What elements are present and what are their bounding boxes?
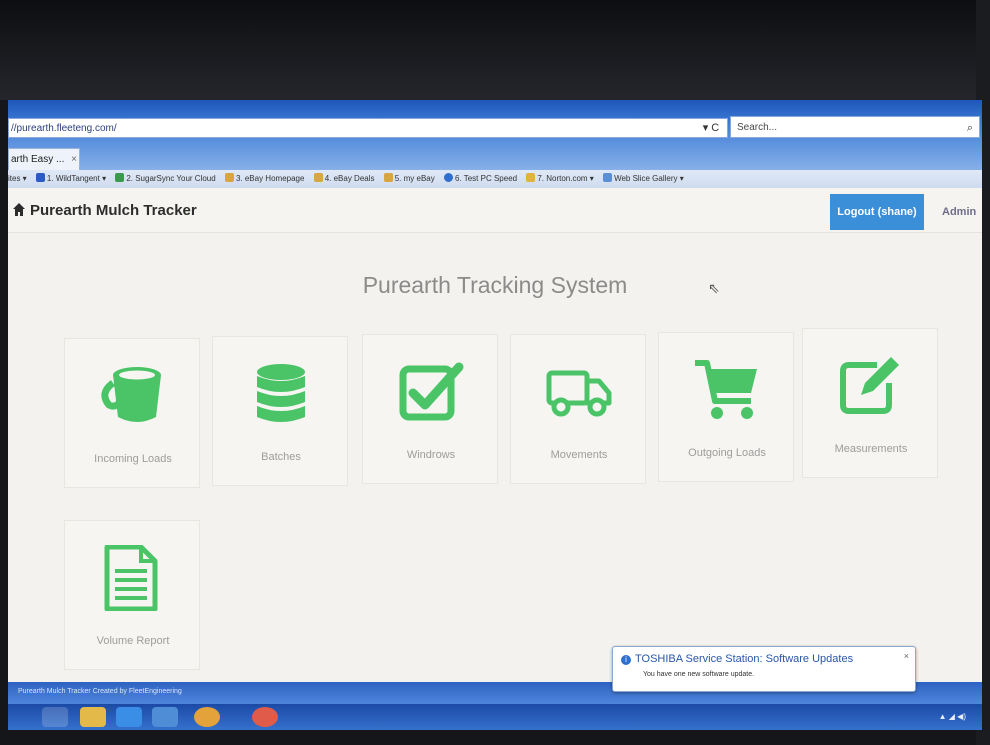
mouse-cursor-icon: ⇖ (708, 280, 720, 296)
close-icon[interactable]: × (904, 651, 909, 661)
favorites-bar: ites ▾ 1. WildTangent ▾ 2. SugarSync You… (8, 170, 982, 188)
favorite-link[interactable]: 3. eBay Homepage (224, 170, 304, 188)
url-bar[interactable]: //purearth.fleeteng.com/ (8, 118, 728, 138)
tile-measurements[interactable]: Measurements (802, 328, 938, 478)
ebay-icon (383, 173, 393, 182)
search-input[interactable]: Search... ⌕ (730, 116, 980, 138)
favorite-link[interactable]: 7. Norton.com ▾ (526, 170, 594, 188)
browser-tab-row: arth Easy ... × (8, 142, 982, 170)
home-icon (13, 203, 25, 216)
web-slice-icon (603, 173, 613, 182)
taskbar: ▲ ◢ ◀) (8, 704, 982, 730)
refresh-icon: ▾ C (702, 122, 720, 134)
notification-body: You have one new software update. (643, 671, 755, 678)
tile-batches[interactable]: Batches (212, 336, 348, 486)
brand-title: Purearth Mulch Tracker (30, 202, 197, 219)
app-navbar: Purearth Mulch Tracker Logout (shane) Ad… (8, 188, 982, 233)
tile-label: Volume Report (96, 635, 170, 647)
favorite-link[interactable]: 4. eBay Deals (313, 170, 375, 188)
truck-icon (546, 370, 612, 417)
tab-title: arth Easy ... (11, 154, 65, 165)
favorite-link[interactable]: 2. SugarSync Your Cloud (115, 170, 216, 188)
monitor-bezel-top (0, 0, 990, 100)
browser-tab[interactable]: arth Easy ... × (8, 148, 80, 170)
tile-label: Measurements (834, 443, 908, 455)
tile-incoming-loads[interactable]: Incoming Loads (64, 338, 200, 488)
logout-button[interactable]: Logout (shane) (830, 194, 924, 230)
tile-windrows[interactable]: Windrows (362, 334, 498, 484)
footer-text: Purearth Mulch Tracker Created by FleetE… (18, 688, 182, 695)
admin-link[interactable]: Admin (942, 206, 976, 218)
refresh-button[interactable]: ▾ C (696, 118, 726, 138)
document-icon (104, 545, 158, 611)
favorites-menu[interactable]: ites ▾ (8, 170, 27, 188)
tile-volume-report[interactable]: Volume Report (64, 520, 200, 670)
favorite-link[interactable]: 1. WildTangent ▾ (35, 170, 106, 188)
brand-link[interactable]: Purearth Mulch Tracker (12, 202, 197, 219)
folder-icon[interactable] (80, 707, 106, 727)
word-icon[interactable] (152, 707, 178, 727)
url-text: //purearth.fleeteng.com/ (11, 123, 117, 134)
ebay-icon (224, 173, 234, 182)
browser-address-row: //purearth.fleeteng.com/ ▾ C Search... ⌕ (8, 100, 982, 142)
system-tray: ▲ ◢ ◀) (938, 712, 966, 721)
sugarsync-icon (115, 173, 125, 182)
ebay-icon (313, 173, 323, 182)
firefox-icon[interactable] (194, 707, 220, 727)
media-player-icon[interactable] (116, 707, 142, 727)
start-button[interactable] (42, 707, 68, 727)
tile-outgoing-loads[interactable]: Outgoing Loads (658, 332, 794, 482)
info-icon: i (621, 655, 631, 665)
page-title: Purearth Tracking System (362, 272, 628, 298)
screen: //purearth.fleeteng.com/ ▾ C Search... ⌕… (8, 100, 982, 730)
favorite-link[interactable]: 6. Test PC Speed (443, 170, 517, 188)
cart-icon (695, 360, 757, 419)
bucket-icon (101, 367, 161, 422)
database-icon (257, 364, 305, 422)
tile-label: Outgoing Loads (688, 447, 766, 459)
chrome-icon[interactable] (252, 707, 278, 727)
speed-test-icon (443, 173, 453, 182)
favorite-link[interactable]: Web Slice Gallery ▾ (603, 170, 684, 188)
search-icon[interactable]: ⌕ (967, 117, 973, 139)
search-placeholder: Search... (737, 122, 778, 133)
checkbox-icon (399, 362, 464, 421)
notification-title: TOSHIBA Service Station: Software Update… (635, 653, 854, 665)
tile-label: Batches (261, 451, 301, 463)
tile-label: Incoming Loads (94, 453, 172, 465)
notification-toast[interactable]: i TOSHIBA Service Station: Software Upda… (612, 646, 916, 692)
wildtangent-icon (35, 173, 45, 182)
norton-icon (526, 173, 536, 182)
favorite-link[interactable]: 5. my eBay (383, 170, 435, 188)
tile-label: Windrows (406, 449, 456, 461)
tile-label: Movements (550, 449, 608, 461)
close-icon[interactable]: × (71, 154, 77, 165)
tile-movements[interactable]: Movements (510, 334, 646, 484)
edit-icon (840, 357, 899, 414)
